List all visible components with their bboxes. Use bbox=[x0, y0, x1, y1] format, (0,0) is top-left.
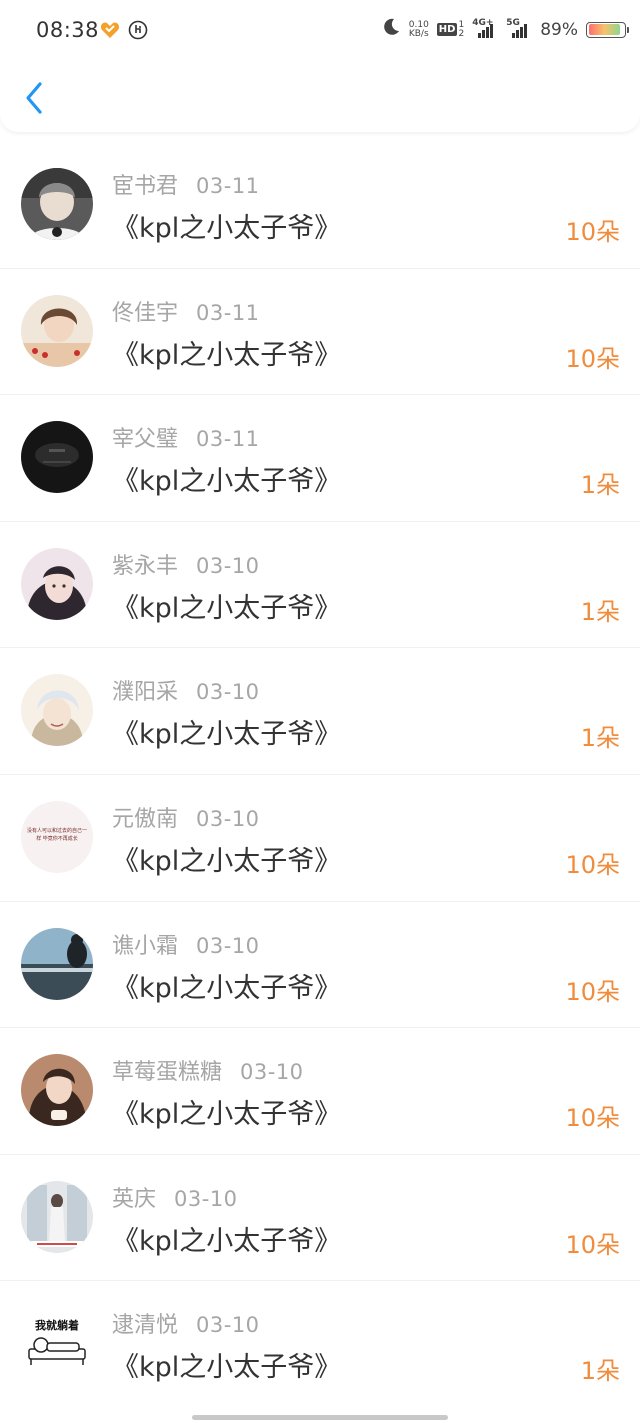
list-item[interactable]: 濮阳采 03-10 《kpl之小太子爷》 1朵 bbox=[0, 648, 640, 775]
gift-amount: 10朵 bbox=[565, 977, 620, 1006]
avatar[interactable] bbox=[21, 1180, 93, 1253]
gift-list: 宦书君 03-11 《kpl之小太子爷》 10朵 佟佳宇 03-11 《kpl之… bbox=[0, 142, 640, 1408]
gift-date: 03-10 bbox=[196, 1313, 260, 1338]
sender-name: 谯小霜 bbox=[112, 933, 179, 959]
heart-icon bbox=[100, 21, 120, 43]
book-title: 《kpl之小太子爷》 bbox=[112, 719, 342, 751]
status-time: 08:38 bbox=[36, 18, 100, 42]
list-item[interactable]: 英庆 03-10 《kpl之小太子爷》 10朵 bbox=[0, 1155, 640, 1282]
gift-amount: 1朵 bbox=[580, 597, 620, 626]
gift-date: 03-11 bbox=[196, 174, 260, 198]
sender-name: 宰父璧 bbox=[112, 427, 179, 453]
gift-amount: 1朵 bbox=[580, 724, 620, 753]
list-item[interactable]: 我就躺着 逮清悦 03-10 《kpl之小太子爷》 1朵 bbox=[0, 1281, 640, 1408]
gift-amount: 10朵 bbox=[565, 344, 620, 373]
avatar[interactable] bbox=[21, 927, 93, 1000]
gift-date: 03-10 bbox=[174, 1186, 238, 1211]
list-item[interactable]: 草莓蛋糕糖 03-10 《kpl之小太子爷》 10朵 bbox=[0, 1028, 640, 1155]
avatar[interactable] bbox=[21, 547, 93, 620]
book-title: 《kpl之小太子爷》 bbox=[112, 466, 342, 498]
gift-date: 03-11 bbox=[196, 300, 260, 325]
sender-name: 草莓蛋糕糖 bbox=[112, 1060, 223, 1086]
home-indicator[interactable] bbox=[192, 1415, 448, 1420]
signal-5g-icon: 5G bbox=[506, 18, 532, 38]
gift-date: 03-11 bbox=[196, 427, 260, 452]
avatar[interactable] bbox=[21, 168, 93, 240]
book-title: 《kpl之小太子爷》 bbox=[112, 845, 342, 877]
gift-amount: 1朵 bbox=[580, 471, 620, 500]
sender-name: 佟佳宇 bbox=[112, 300, 179, 326]
sender-name: 逮清悦 bbox=[112, 1313, 179, 1339]
list-item[interactable]: 宰父璧 03-11 《kpl之小太子爷》 1朵 bbox=[0, 395, 640, 522]
gift-amount: 10朵 bbox=[565, 1230, 620, 1259]
gift-date: 03-10 bbox=[196, 553, 260, 578]
network-speed: 0.10 KB/s bbox=[408, 19, 429, 39]
book-title: 《kpl之小太子爷》 bbox=[112, 972, 342, 1004]
avatar[interactable] bbox=[21, 294, 93, 367]
list-item[interactable]: 没有人可以和过去的自己一样 毕竟你不再成长 元傲南 03-10 《kpl之小太子… bbox=[0, 775, 640, 902]
list-item[interactable]: 紫永丰 03-10 《kpl之小太子爷》 1朵 bbox=[0, 522, 640, 649]
avatar[interactable]: 没有人可以和过去的自己一样 毕竟你不再成长 bbox=[21, 800, 93, 873]
battery-percent: 89% bbox=[540, 19, 578, 40]
list-item[interactable]: 宦书君 03-11 《kpl之小太子爷》 10朵 bbox=[0, 142, 640, 269]
chevron-left-icon bbox=[26, 82, 42, 114]
book-title: 《kpl之小太子爷》 bbox=[112, 1225, 342, 1257]
sender-name: 紫永丰 bbox=[112, 553, 179, 579]
nav-bar bbox=[0, 64, 640, 132]
gift-amount: 10朵 bbox=[565, 1104, 620, 1133]
gift-date: 03-10 bbox=[196, 933, 260, 958]
gift-date: 03-10 bbox=[240, 1060, 304, 1085]
status-bar: 08:38 0.10 KB/s HD 12 4G+ 5G 89% bbox=[0, 0, 640, 64]
sender-name: 濮阳采 bbox=[112, 680, 179, 706]
book-title: 《kpl之小太子爷》 bbox=[112, 1352, 342, 1384]
sender-name: 宦书君 bbox=[112, 174, 179, 199]
notification-badge-icon bbox=[128, 20, 148, 44]
hd-icon: HD 12 bbox=[436, 19, 465, 39]
back-button[interactable] bbox=[22, 80, 50, 116]
avatar-caption: 没有人可以和过去的自己一样 毕竟你不再成长 bbox=[27, 827, 88, 842]
avatar[interactable] bbox=[21, 674, 93, 747]
book-title: 《kpl之小太子爷》 bbox=[112, 213, 342, 244]
signal-4g-icon: 4G+ bbox=[472, 18, 498, 38]
gift-amount: 10朵 bbox=[565, 850, 620, 879]
avatar[interactable] bbox=[21, 1054, 93, 1127]
gift-date: 03-10 bbox=[196, 806, 260, 831]
book-title: 《kpl之小太子爷》 bbox=[112, 592, 342, 624]
sender-name: 元傲南 bbox=[112, 806, 179, 832]
avatar[interactable] bbox=[21, 421, 93, 494]
gift-amount: 10朵 bbox=[565, 218, 620, 246]
book-title: 《kpl之小太子爷》 bbox=[112, 1099, 342, 1131]
moon-icon bbox=[381, 17, 401, 42]
list-item[interactable]: 谯小霜 03-10 《kpl之小太子爷》 10朵 bbox=[0, 902, 640, 1029]
list-item[interactable]: 佟佳宇 03-11 《kpl之小太子爷》 10朵 bbox=[0, 269, 640, 396]
avatar[interactable]: 我就躺着 bbox=[21, 1307, 93, 1380]
gift-amount: 1朵 bbox=[580, 1357, 620, 1386]
book-title: 《kpl之小太子爷》 bbox=[112, 339, 342, 371]
sender-name: 英庆 bbox=[112, 1186, 157, 1212]
battery-icon bbox=[586, 21, 629, 38]
gift-date: 03-10 bbox=[196, 680, 260, 705]
